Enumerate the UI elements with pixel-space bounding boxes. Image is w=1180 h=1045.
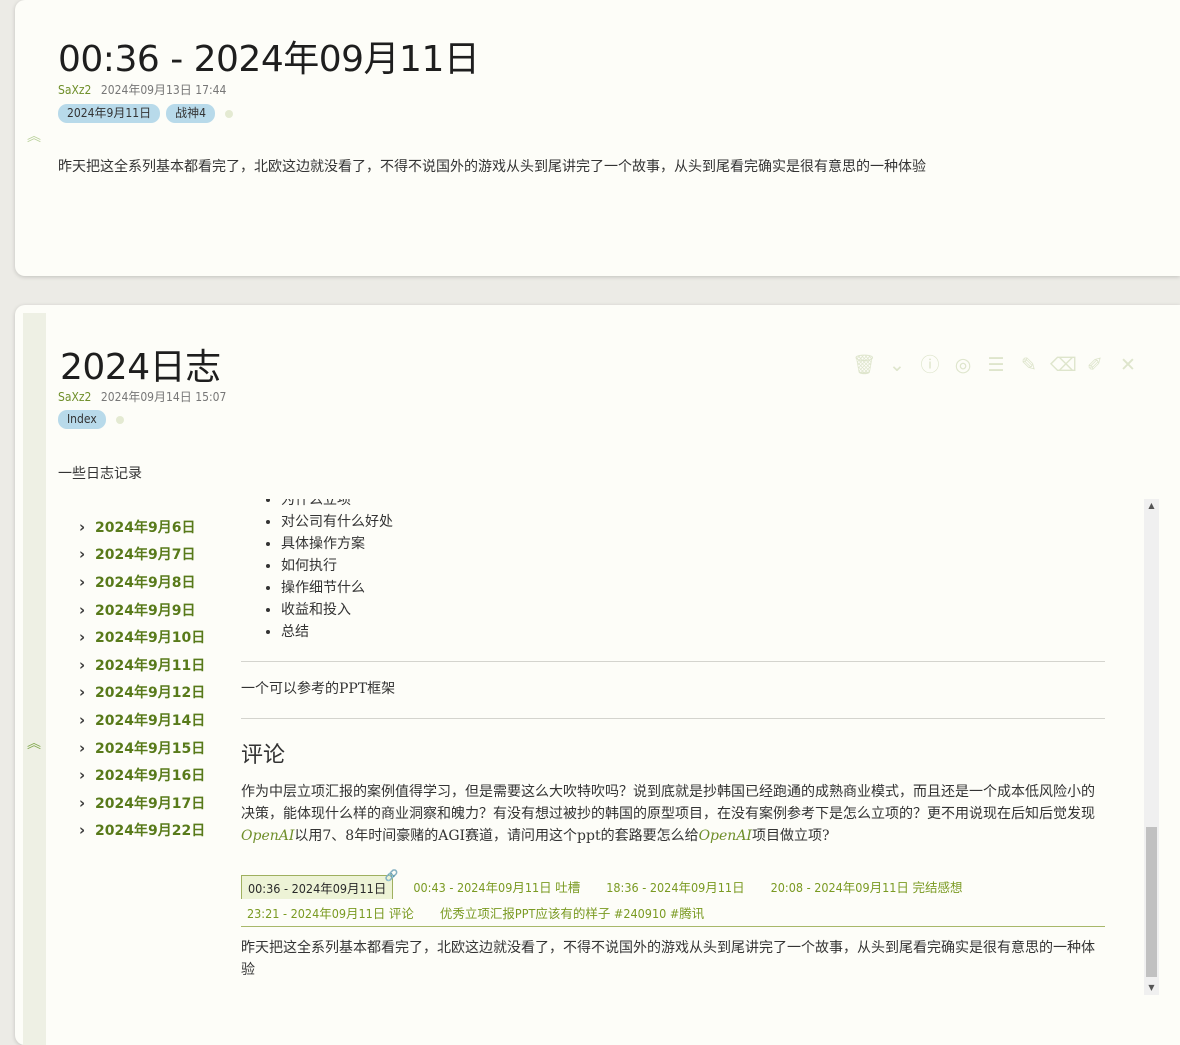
chevron-right-icon: › <box>79 793 86 812</box>
toc-list: › 2024年9月6日 › 2024年9月7日 › 2024年9月8日 › 2024年9… <box>79 513 205 844</box>
toc-item[interactable]: › 2024年9月8日 <box>79 568 205 596</box>
chevron-right-icon: › <box>79 628 86 647</box>
chevron-right-icon: › <box>79 517 86 536</box>
openai-link[interactable]: OpenAI <box>241 828 294 844</box>
entry-tabs: 00:36 - 2024年09月11日 🔗 00:43 - 2024年09月11日… <box>241 869 1105 927</box>
eraser-icon[interactable]: ⌫ <box>1050 353 1077 377</box>
toc-item[interactable]: › 2024年9月10日 <box>79 623 205 651</box>
author-link[interactable]: SaXz2 <box>58 390 91 404</box>
focus-icon[interactable]: ◎ <box>951 353 975 377</box>
chevron-right-icon: › <box>79 710 86 729</box>
bullet-item: 收益和投入 <box>281 599 1105 621</box>
tiddler-body: 昨天把这全系列基本都看完了，北欧这边就没看了，不得不说国外的游戏从头到尾讲完了一… <box>58 159 926 175</box>
tab[interactable]: 00:43 - 2024年09月11日 吐槽 <box>407 875 586 899</box>
toc-item[interactable]: › 2024年9月6日 <box>79 513 205 541</box>
tiddler-intro: 一些日志记录 <box>58 466 142 482</box>
tiddler-card-00-36: ︽ 00:36 - 2024年09月11日 SaXz2 2024年09月13日 … <box>15 0 1180 276</box>
modified-date: 2024年09月14日 15:07 <box>100 390 227 404</box>
toc-item[interactable]: › 2024年9月9日 <box>79 596 205 624</box>
comment-heading: 评论 <box>241 743 286 768</box>
tab[interactable]: 23:21 - 2024年09月11日 评论 <box>241 901 420 924</box>
tag-pill[interactable]: 战神4 <box>166 104 215 123</box>
fold-strip[interactable] <box>23 313 46 1045</box>
toc-item[interactable]: › 2024年9月22日 <box>79 817 205 845</box>
chevron-right-icon: › <box>79 572 86 591</box>
edit-icon[interactable]: ✐ <box>1083 353 1107 377</box>
tiddler-toolbar: 🗑 ⌄ ⓘ ◎ ☰ ✎ ⌫ ✐ ✕ <box>852 353 1140 377</box>
bullet-item: 对公司有什么好处 <box>281 511 1105 533</box>
toc-item[interactable]: › 2024年9月14日 <box>79 706 205 734</box>
bullet-item: 操作细节什么 <box>281 577 1105 599</box>
chevron-right-icon: › <box>79 655 86 674</box>
tag-list: Index <box>58 410 124 429</box>
tiddler-meta: SaXz2 2024年09月14日 15:07 <box>58 388 226 405</box>
add-tag-dot-icon[interactable] <box>115 415 124 424</box>
bullet-item: 如何执行 <box>281 555 1105 577</box>
comment-text: 作为中层立项汇报的案例值得学习，但是需要这么大吹特吹吗？说到底就是抄韩国已经跑通… <box>241 784 1095 844</box>
bullet-item: 具体操作方案 <box>281 533 1105 555</box>
toc-item[interactable]: › 2024年9月7日 <box>79 541 205 569</box>
tiddler-card-2024-journal: ︽ 2024日志 🗑 ⌄ ⓘ ◎ ☰ ✎ ⌫ ✐ ✕ SaXz2 2024年09… <box>15 305 1180 1045</box>
ppt-note: 一个可以参考的PPT框架 <box>241 681 396 697</box>
close-icon[interactable]: ✕ <box>1116 353 1140 377</box>
info-icon[interactable]: ⓘ <box>918 353 942 377</box>
bullet-item: 为什么立项 <box>281 499 1105 511</box>
chevron-right-icon: › <box>79 738 86 757</box>
divider <box>241 661 1105 662</box>
tab-body: 昨天把这全系列基本都看完了，北欧这边就没看了，不得不说国外的游戏从头到尾讲完了一… <box>241 940 1095 978</box>
toc-item[interactable]: › 2024年9月16日 <box>79 761 205 789</box>
toc-item[interactable]: › 2024年9月15日 <box>79 734 205 762</box>
tiddler-title: 00:36 - 2024年09月11日 <box>58 39 480 80</box>
tiddler-title: 2024日志 <box>60 347 221 388</box>
journal-content: 为什么立项 对公司有什么好处 具体操作方案 如何执行 操作细节什么 收益和投入 … <box>241 499 1105 981</box>
fold-chevron-up-icon[interactable]: ︽ <box>27 130 41 144</box>
chevron-right-icon: › <box>79 545 86 564</box>
chevron-right-icon: › <box>79 600 86 619</box>
frame-scrollbar[interactable]: ▲ ▼ <box>1144 499 1159 995</box>
tag-pill[interactable]: 2024年9月11日 <box>58 104 161 123</box>
tab[interactable]: 优秀立项汇报PPT应该有的样子 #240910 #腾讯 <box>434 901 710 924</box>
tag-pill[interactable]: Index <box>58 410 106 429</box>
chevron-right-icon: › <box>79 683 86 702</box>
highlighter-icon[interactable]: ✎ <box>1017 353 1041 377</box>
tiddler-meta: SaXz2 2024年09月13日 17:44 <box>58 81 226 98</box>
scroll-thumb[interactable] <box>1146 827 1157 977</box>
openai-link[interactable]: OpenAI <box>699 828 752 844</box>
add-tag-dot-icon[interactable] <box>224 109 233 118</box>
tab-active[interactable]: 00:36 - 2024年09月11日 🔗 <box>241 869 398 899</box>
fold-chevron-up-icon[interactable]: ︽ <box>27 737 41 751</box>
chevron-right-icon: › <box>79 766 86 785</box>
outline-bullets: 为什么立项 对公司有什么好处 具体操作方案 如何执行 操作细节什么 收益和投入 … <box>241 499 1105 643</box>
chevron-right-icon: › <box>79 821 86 840</box>
scroll-up-icon[interactable]: ▲ <box>1144 499 1159 513</box>
link-icon[interactable]: 🔗 <box>385 869 399 882</box>
bullet-item: 总结 <box>281 621 1105 643</box>
author-link[interactable]: SaXz2 <box>58 83 91 97</box>
more-icon[interactable]: ⌄ <box>885 353 909 377</box>
modified-date: 2024年09月13日 17:44 <box>100 83 227 97</box>
list-icon[interactable]: ☰ <box>984 353 1008 377</box>
tag-list: 2024年9月11日 战神4 <box>58 104 233 123</box>
toc-item[interactable]: › 2024年9月11日 <box>79 651 205 679</box>
tab[interactable]: 20:08 - 2024年09月11日 完结感想 <box>765 875 969 899</box>
toc-item[interactable]: › 2024年9月17日 <box>79 789 205 817</box>
tab[interactable]: 18:36 - 2024年09月11日 <box>600 875 750 899</box>
divider <box>241 718 1105 719</box>
toc-item[interactable]: › 2024年9月12日 <box>79 679 205 707</box>
embedded-journal-frame: › 2024年9月6日 › 2024年9月7日 › 2024年9月8日 › 2024年9… <box>71 499 1144 995</box>
scroll-down-icon[interactable]: ▼ <box>1144 981 1159 995</box>
delete-icon[interactable]: 🗑 <box>852 353 876 377</box>
